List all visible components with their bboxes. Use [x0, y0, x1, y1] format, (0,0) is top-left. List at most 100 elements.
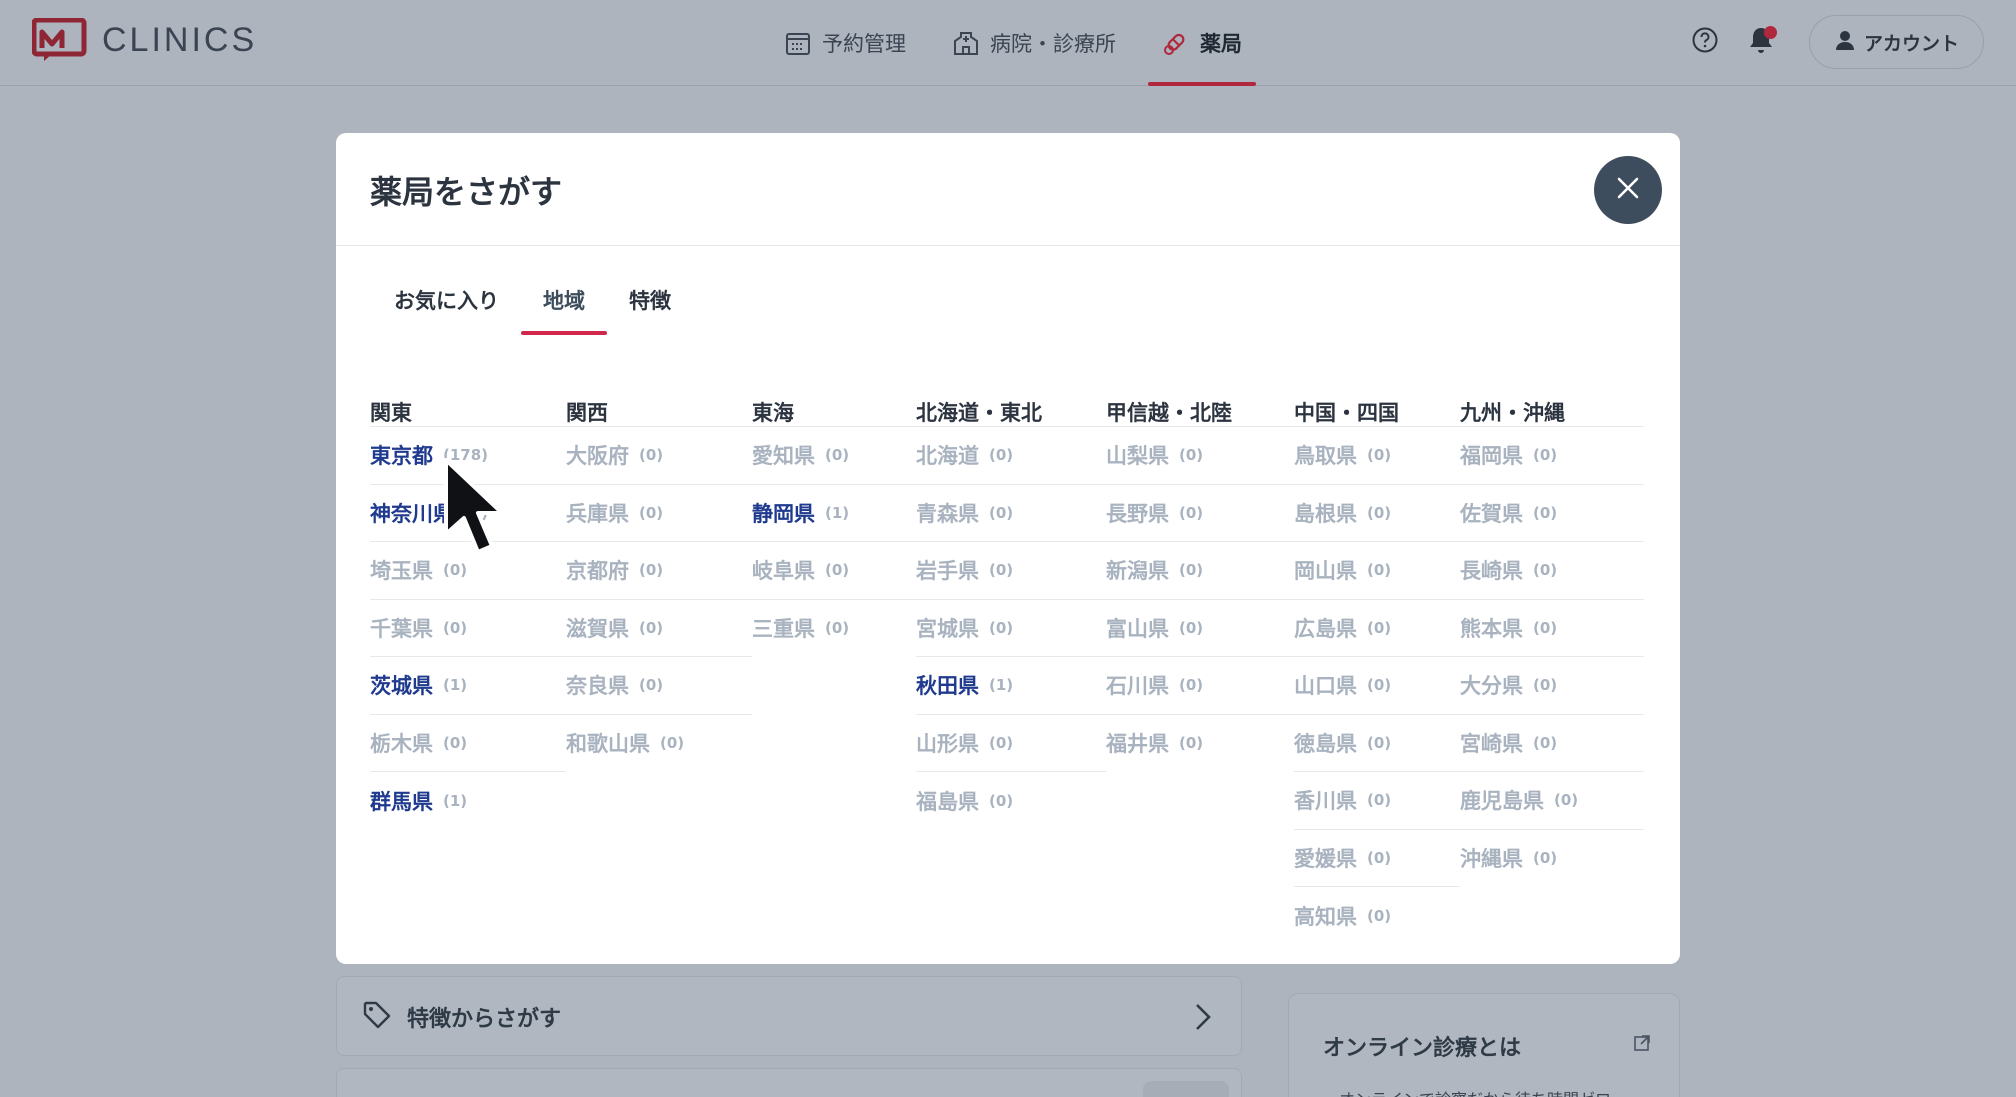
prefecture-link: 福岡県 (0)	[1460, 427, 1644, 485]
prefecture-name: 神奈川県	[370, 501, 454, 526]
nav-item-reservations[interactable]: 予約管理	[770, 0, 920, 86]
pharmacy-count: (0)	[1533, 446, 1558, 465]
prefecture-link[interactable]: 群馬県 (1)	[370, 772, 566, 830]
region-heading: 東海	[752, 395, 916, 427]
prefecture-name: 和歌山県	[566, 732, 650, 757]
prefecture-name: 宮崎県	[1460, 731, 1523, 756]
prefecture-link: 鳥取県 (0)	[1294, 427, 1460, 485]
prefecture-name: 岡山県	[1294, 559, 1357, 584]
prefecture-link: 愛知県 (0)	[752, 427, 916, 485]
region-grid: 関東 東京都 (178) 神奈川県 (2) 埼玉県 (0) 千葉県 (0) 茨城県 (1) 栃木県 (0…	[370, 395, 1644, 945]
tab-features[interactable]: 特徴	[607, 285, 693, 335]
chevron-right-icon	[1193, 1001, 1213, 1037]
account-button[interactable]: アカウント	[1808, 15, 1984, 69]
region-heading: 中国・四国	[1294, 395, 1460, 427]
pharmacy-count: (0)	[443, 561, 468, 580]
prefecture-link: 愛媛県 (0)	[1294, 830, 1460, 887]
prefecture-link: 香川県 (0)	[1294, 772, 1460, 830]
account-label: アカウント	[1863, 32, 1959, 55]
prefecture-link[interactable]: 神奈川県 (2)	[370, 485, 566, 542]
prefecture-link: 大分県 (0)	[1460, 657, 1644, 715]
close-button[interactable]	[1594, 156, 1662, 224]
feature-search-card[interactable]: 特徴からさがす	[336, 976, 1242, 1056]
prefecture-link: 長崎県 (0)	[1460, 542, 1644, 600]
search-tabs: お気に入り 地域 特徴	[372, 285, 693, 335]
prefecture-link: 岩手県 (0)	[916, 542, 1106, 600]
help-button[interactable]	[1687, 24, 1723, 60]
prefecture-link: 山梨県 (0)	[1106, 427, 1294, 485]
region-heading: 九州・沖縄	[1460, 395, 1644, 427]
pharmacy-count: (0)	[1367, 733, 1392, 752]
tab-region[interactable]: 地域	[521, 285, 607, 335]
pharmacy-count: (0)	[1367, 848, 1392, 867]
prefecture-link: 新潟県 (0)	[1106, 542, 1294, 600]
nav-label: 薬局	[1200, 32, 1242, 56]
region-column: 北海道・東北 北海道 (0) 青森県 (0) 岩手県 (0) 宮城県 (0) 秋田県 (1) 山形県 (…	[916, 395, 1106, 945]
region-column: 東海 愛知県 (0) 静岡県 (1) 岐阜県 (0) 三重県 (0)	[752, 395, 916, 945]
prefecture-name: 栃木県	[370, 731, 433, 756]
notification-badge	[1763, 26, 1777, 39]
region-column: 関西 大阪府 (0) 兵庫県 (0) 京都府 (0) 滋賀県 (0) 奈良県 (0) 和歌山県 (0)	[566, 395, 752, 945]
pharmacy-count: (0)	[1367, 791, 1392, 810]
prefecture-name: 北海道	[916, 444, 979, 469]
prefecture-name: 愛知県	[752, 444, 815, 469]
prefecture-link: 徳島県 (0)	[1294, 715, 1460, 772]
pill-icon	[1162, 29, 1190, 57]
prefecture-name: 福井県	[1106, 732, 1169, 757]
nav-item-hospitals[interactable]: 病院・診療所	[938, 0, 1130, 86]
user-icon	[1834, 29, 1856, 56]
pharmacy-count: (0)	[1533, 733, 1558, 752]
prefecture-name: 青森県	[916, 501, 979, 526]
top-navigation-bar: CLINICS 予約管理 病院・診療所 薬局 アカウント	[0, 0, 2016, 86]
prefecture-link[interactable]: 静岡県 (1)	[752, 485, 916, 542]
nav-item-pharmacy[interactable]: 薬局	[1148, 0, 1256, 86]
prefecture-name: 佐賀県	[1460, 501, 1523, 526]
region-heading: 関西	[566, 395, 752, 427]
prefecture-name: 広島県	[1294, 616, 1357, 641]
prefecture-link: 栃木県 (0)	[370, 715, 566, 772]
pharmacy-count: (0)	[1533, 676, 1558, 695]
prefecture-link: 北海道 (0)	[916, 427, 1106, 485]
pharmacy-count: (0)	[1367, 561, 1392, 580]
prefecture-link: 石川県 (0)	[1106, 657, 1294, 715]
pharmacy-count: (0)	[1179, 676, 1204, 695]
prefecture-name: 群馬県	[370, 789, 433, 814]
region-heading: 甲信越・北陸	[1106, 395, 1294, 427]
clinics-logo[interactable]: CLINICS	[31, 17, 258, 62]
pharmacy-count: (0)	[1179, 561, 1204, 580]
pharmacy-count: (0)	[443, 618, 468, 637]
prefecture-link[interactable]: 秋田県 (1)	[916, 657, 1106, 715]
prefecture-link[interactable]: 茨城県 (1)	[370, 657, 566, 715]
prefecture-name: 岩手県	[916, 559, 979, 584]
prefecture-link: 福井県 (0)	[1106, 715, 1294, 773]
prefecture-name: 鳥取県	[1294, 444, 1357, 469]
logo-text: CLINICS	[102, 20, 258, 59]
tab-favorites[interactable]: お気に入り	[372, 285, 521, 335]
pharmacy-count: (0)	[1367, 676, 1392, 695]
pharmacy-count: (0)	[1367, 618, 1392, 637]
pharmacy-search-modal: 薬局をさがす お気に入り 地域 特徴 関東 東京都 (178) 神奈川県 (2) 埼玉県 (…	[336, 133, 1680, 964]
region-column: 甲信越・北陸 山梨県 (0) 長野県 (0) 新潟県 (0) 富山県 (0) 石川県 (0) 福井県 (…	[1106, 395, 1294, 945]
prefecture-name: 東京都	[370, 444, 433, 469]
notifications-button[interactable]	[1743, 24, 1779, 60]
prefecture-name: 埼玉県	[370, 559, 433, 584]
pharmacy-count: (0)	[1179, 503, 1204, 522]
pharmacy-count: (0)	[989, 446, 1014, 465]
calendar-icon	[784, 29, 812, 57]
prefecture-link: 千葉県 (0)	[370, 600, 566, 657]
feature-search-label: 特徴からさがす	[407, 1007, 562, 1032]
prefecture-name: 新潟県	[1106, 559, 1169, 584]
pharmacy-count: (0)	[639, 446, 664, 465]
prefecture-name: 山梨県	[1106, 444, 1169, 469]
prefecture-link[interactable]: 東京都 (178)	[370, 427, 566, 485]
prefecture-link: 佐賀県 (0)	[1460, 485, 1644, 542]
prefecture-link: 宮城県 (0)	[916, 600, 1106, 657]
pharmacy-count: (0)	[639, 676, 664, 695]
pharmacy-count: (0)	[825, 561, 850, 580]
online-consultation-card[interactable]: オンライン診療とは ・オンラインで診察だから待ち時間ゼロ	[1288, 993, 1680, 1097]
region-heading: 関東	[370, 395, 566, 427]
modal-header: 薬局をさがす	[336, 133, 1680, 246]
pharmacy-count: (0)	[639, 561, 664, 580]
pharmacy-count: (0)	[989, 561, 1014, 580]
prefecture-name: 兵庫県	[566, 501, 629, 526]
